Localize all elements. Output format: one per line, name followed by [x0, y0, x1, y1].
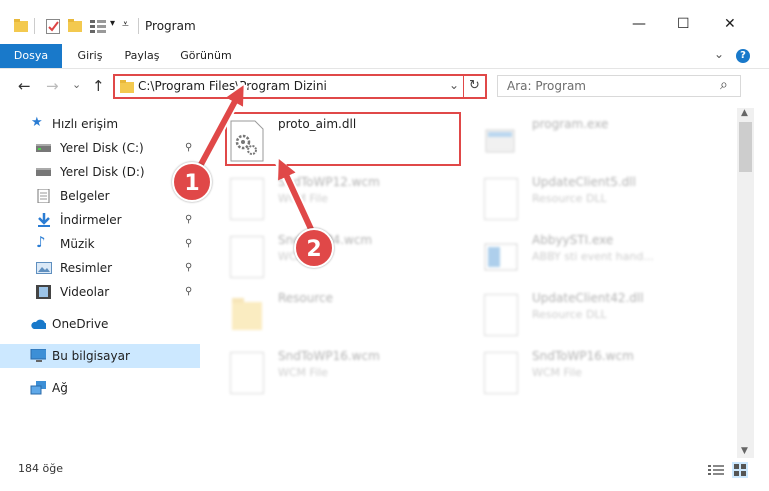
details-view-icon[interactable]	[708, 464, 724, 476]
large-icons-view-icon[interactable]	[732, 462, 748, 478]
item-count: 184 öğe	[18, 462, 63, 475]
callout-1: 1	[172, 162, 212, 202]
scroll-down-icon[interactable]: ▼	[741, 446, 748, 456]
annotation-arrows	[193, 81, 321, 243]
scroll-up-icon[interactable]: ▲	[741, 108, 748, 118]
callout-2: 2	[294, 228, 334, 268]
scrollbar-thumb[interactable]	[739, 122, 752, 172]
arrow-to-address	[195, 85, 244, 172]
